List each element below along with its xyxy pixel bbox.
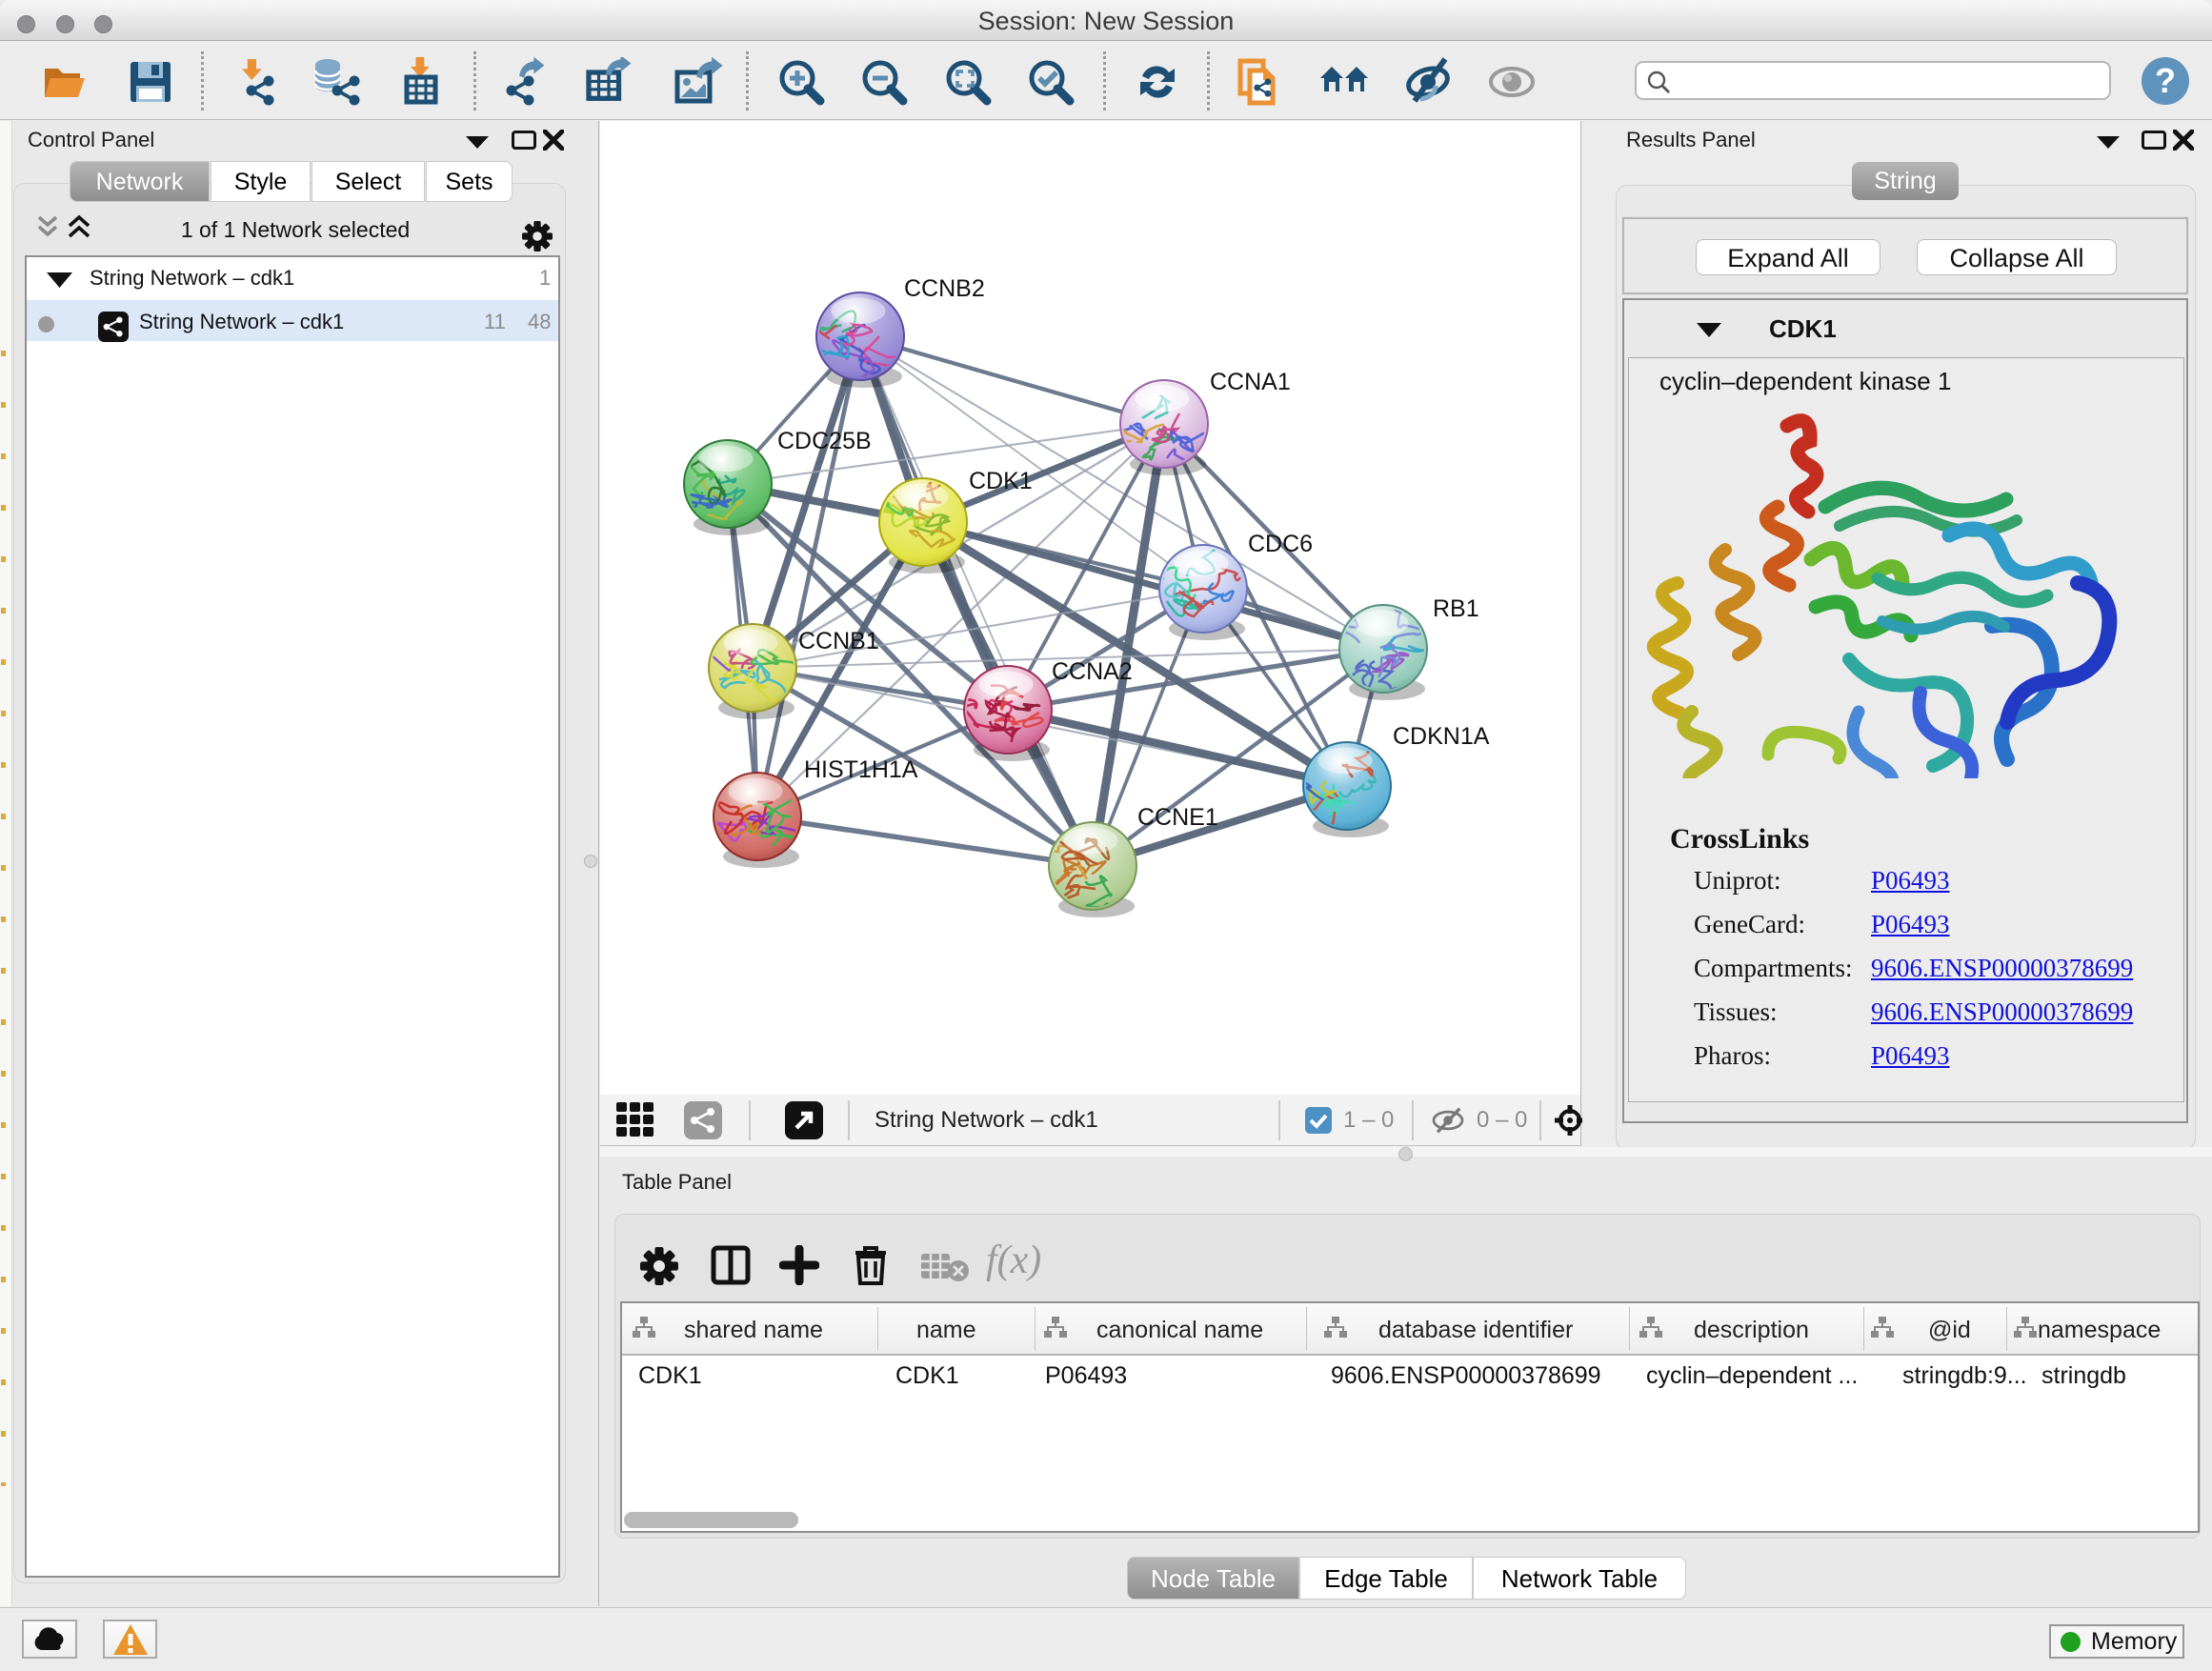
svg-text:CCNB1: CCNB1: [798, 628, 879, 654]
svg-text:CCNE1: CCNE1: [1137, 804, 1218, 831]
svg-text:CDK1: CDK1: [969, 468, 1033, 494]
svg-text:HIST1H1A: HIST1H1A: [804, 756, 918, 783]
svg-text:CCNB2: CCNB2: [904, 275, 985, 302]
svg-text:CDKN1A: CDKN1A: [1393, 723, 1490, 750]
svg-text:CCNA2: CCNA2: [1052, 658, 1133, 685]
svg-text:CDC25B: CDC25B: [777, 428, 872, 454]
svg-text:CDC6: CDC6: [1248, 531, 1313, 557]
svg-text:RB1: RB1: [1433, 595, 1479, 622]
svg-text:?: ?: [2155, 61, 2176, 100]
svg-text:CCNA1: CCNA1: [1210, 369, 1291, 395]
